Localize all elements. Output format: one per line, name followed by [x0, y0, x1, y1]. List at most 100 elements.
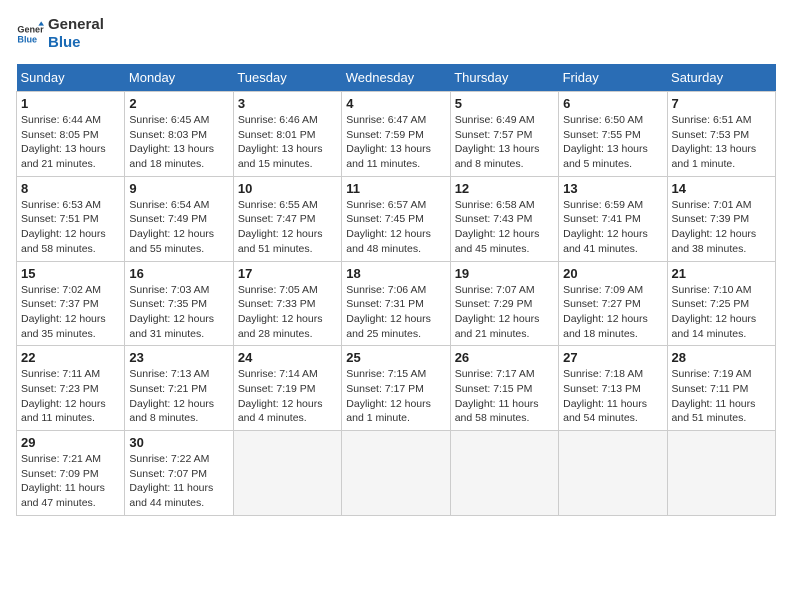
day-info: Sunrise: 7:09 AM Sunset: 7:27 PM Dayligh… — [563, 283, 662, 342]
calendar-day-cell: 28 Sunrise: 7:19 AM Sunset: 7:11 PM Dayli… — [667, 346, 775, 431]
day-info: Sunrise: 7:21 AM Sunset: 7:09 PM Dayligh… — [21, 452, 120, 511]
weekday-header-sunday: Sunday — [17, 64, 125, 92]
weekday-header-row: SundayMondayTuesdayWednesdayThursdayFrid… — [17, 64, 776, 92]
calendar-day-cell: 23 Sunrise: 7:13 AM Sunset: 7:21 PM Dayli… — [125, 346, 233, 431]
day-info: Sunrise: 7:07 AM Sunset: 7:29 PM Dayligh… — [455, 283, 554, 342]
day-info: Sunrise: 7:11 AM Sunset: 7:23 PM Dayligh… — [21, 367, 120, 426]
calendar-week-row: 1Sunrise: 6:44 AM Sunset: 8:05 PM Daylig… — [17, 92, 776, 177]
weekday-header-saturday: Saturday — [667, 64, 775, 92]
calendar-day-cell: 24 Sunrise: 7:14 AM Sunset: 7:19 PM Dayli… — [233, 346, 341, 431]
day-info: Sunrise: 7:22 AM Sunset: 7:07 PM Dayligh… — [129, 452, 228, 511]
day-number: 27 — [563, 350, 662, 365]
day-info: Sunrise: 7:02 AM Sunset: 7:37 PM Dayligh… — [21, 283, 120, 342]
day-number: 30 — [129, 435, 228, 450]
day-number: 28 — [672, 350, 771, 365]
day-info: Sunrise: 6:55 AM Sunset: 7:47 PM Dayligh… — [238, 198, 337, 257]
svg-text:General: General — [17, 25, 44, 35]
day-info: Sunrise: 7:17 AM Sunset: 7:15 PM Dayligh… — [455, 367, 554, 426]
calendar-day-cell: 29 Sunrise: 7:21 AM Sunset: 7:09 PM Dayli… — [17, 431, 125, 516]
day-number: 7 — [672, 96, 771, 111]
calendar-day-cell: 3 Sunrise: 6:46 AM Sunset: 8:01 PM Daylig… — [233, 92, 341, 177]
calendar-day-cell: 16 Sunrise: 7:03 AM Sunset: 7:35 PM Dayli… — [125, 261, 233, 346]
day-info: Sunrise: 6:49 AM Sunset: 7:57 PM Dayligh… — [455, 113, 554, 172]
calendar-day-cell: 27Sunrise: 7:18 AM Sunset: 7:13 PM Dayli… — [559, 346, 667, 431]
calendar-day-cell: 11 Sunrise: 6:57 AM Sunset: 7:45 PM Dayli… — [342, 176, 450, 261]
day-number: 17 — [238, 266, 337, 281]
calendar-table: SundayMondayTuesdayWednesdayThursdayFrid… — [16, 64, 776, 516]
calendar-day-cell — [450, 431, 558, 516]
day-info: Sunrise: 7:19 AM Sunset: 7:11 PM Dayligh… — [672, 367, 771, 426]
calendar-day-cell: 10 Sunrise: 6:55 AM Sunset: 7:47 PM Dayli… — [233, 176, 341, 261]
day-number: 10 — [238, 181, 337, 196]
day-info: Sunrise: 6:46 AM Sunset: 8:01 PM Dayligh… — [238, 113, 337, 172]
day-number: 22 — [21, 350, 120, 365]
calendar-day-cell: 13 Sunrise: 6:59 AM Sunset: 7:41 PM Dayli… — [559, 176, 667, 261]
calendar-week-row: 15Sunrise: 7:02 AM Sunset: 7:37 PM Dayli… — [17, 261, 776, 346]
calendar-day-cell: 7 Sunrise: 6:51 AM Sunset: 7:53 PM Daylig… — [667, 92, 775, 177]
calendar-day-cell: 2 Sunrise: 6:45 AM Sunset: 8:03 PM Daylig… — [125, 92, 233, 177]
logo-icon: General Blue — [16, 20, 44, 48]
day-number: 16 — [129, 266, 228, 281]
calendar-day-cell: 30 Sunrise: 7:22 AM Sunset: 7:07 PM Dayli… — [125, 431, 233, 516]
day-number: 11 — [346, 181, 445, 196]
day-number: 13 — [563, 181, 662, 196]
day-info: Sunrise: 6:47 AM Sunset: 7:59 PM Dayligh… — [346, 113, 445, 172]
day-info: Sunrise: 7:05 AM Sunset: 7:33 PM Dayligh… — [238, 283, 337, 342]
day-number: 12 — [455, 181, 554, 196]
calendar-day-cell — [559, 431, 667, 516]
day-info: Sunrise: 6:53 AM Sunset: 7:51 PM Dayligh… — [21, 198, 120, 257]
calendar-day-cell — [233, 431, 341, 516]
day-number: 9 — [129, 181, 228, 196]
calendar-day-cell: 12 Sunrise: 6:58 AM Sunset: 7:43 PM Dayli… — [450, 176, 558, 261]
calendar-day-cell: 18Sunrise: 7:06 AM Sunset: 7:31 PM Dayli… — [342, 261, 450, 346]
weekday-header-monday: Monday — [125, 64, 233, 92]
calendar-week-row: 8 Sunrise: 6:53 AM Sunset: 7:51 PM Daylig… — [17, 176, 776, 261]
weekday-header-wednesday: Wednesday — [342, 64, 450, 92]
day-info: Sunrise: 6:57 AM Sunset: 7:45 PM Dayligh… — [346, 198, 445, 257]
day-number: 6 — [563, 96, 662, 111]
day-info: Sunrise: 6:45 AM Sunset: 8:03 PM Dayligh… — [129, 113, 228, 172]
calendar-day-cell: 21 Sunrise: 7:10 AM Sunset: 7:25 PM Dayli… — [667, 261, 775, 346]
day-number: 26 — [455, 350, 554, 365]
page-header: General Blue General Blue — [16, 16, 776, 52]
day-number: 25 — [346, 350, 445, 365]
day-number: 3 — [238, 96, 337, 111]
calendar-day-cell — [342, 431, 450, 516]
calendar-day-cell: 26 Sunrise: 7:17 AM Sunset: 7:15 PM Dayli… — [450, 346, 558, 431]
day-number: 21 — [672, 266, 771, 281]
day-number: 4 — [346, 96, 445, 111]
day-info: Sunrise: 7:10 AM Sunset: 7:25 PM Dayligh… — [672, 283, 771, 342]
day-info: Sunrise: 7:03 AM Sunset: 7:35 PM Dayligh… — [129, 283, 228, 342]
calendar-day-cell — [667, 431, 775, 516]
calendar-day-cell: 4 Sunrise: 6:47 AM Sunset: 7:59 PM Daylig… — [342, 92, 450, 177]
logo: General Blue General Blue — [16, 16, 104, 52]
day-info: Sunrise: 7:14 AM Sunset: 7:19 PM Dayligh… — [238, 367, 337, 426]
day-number: 29 — [21, 435, 120, 450]
day-number: 20 — [563, 266, 662, 281]
day-info: Sunrise: 6:59 AM Sunset: 7:41 PM Dayligh… — [563, 198, 662, 257]
day-number: 23 — [129, 350, 228, 365]
calendar-day-cell: 19 Sunrise: 7:07 AM Sunset: 7:29 PM Dayli… — [450, 261, 558, 346]
day-number: 8 — [21, 181, 120, 196]
weekday-header-thursday: Thursday — [450, 64, 558, 92]
day-number: 24 — [238, 350, 337, 365]
calendar-day-cell: 8 Sunrise: 6:53 AM Sunset: 7:51 PM Daylig… — [17, 176, 125, 261]
calendar-day-cell: 15Sunrise: 7:02 AM Sunset: 7:37 PM Dayli… — [17, 261, 125, 346]
day-number: 19 — [455, 266, 554, 281]
day-number: 14 — [672, 181, 771, 196]
day-number: 1 — [21, 96, 120, 111]
day-info: Sunrise: 6:50 AM Sunset: 7:55 PM Dayligh… — [563, 113, 662, 172]
calendar-day-cell: 14Sunrise: 7:01 AM Sunset: 7:39 PM Dayli… — [667, 176, 775, 261]
day-info: Sunrise: 6:58 AM Sunset: 7:43 PM Dayligh… — [455, 198, 554, 257]
calendar-week-row: 22 Sunrise: 7:11 AM Sunset: 7:23 PM Dayli… — [17, 346, 776, 431]
calendar-day-cell: 1Sunrise: 6:44 AM Sunset: 8:05 PM Daylig… — [17, 92, 125, 177]
day-number: 2 — [129, 96, 228, 111]
svg-text:Blue: Blue — [17, 34, 37, 44]
weekday-header-friday: Friday — [559, 64, 667, 92]
logo-blue: Blue — [48, 34, 104, 52]
day-info: Sunrise: 7:13 AM Sunset: 7:21 PM Dayligh… — [129, 367, 228, 426]
calendar-day-cell: 20 Sunrise: 7:09 AM Sunset: 7:27 PM Dayli… — [559, 261, 667, 346]
day-info: Sunrise: 6:51 AM Sunset: 7:53 PM Dayligh… — [672, 113, 771, 172]
day-number: 18 — [346, 266, 445, 281]
calendar-day-cell: 22 Sunrise: 7:11 AM Sunset: 7:23 PM Dayli… — [17, 346, 125, 431]
